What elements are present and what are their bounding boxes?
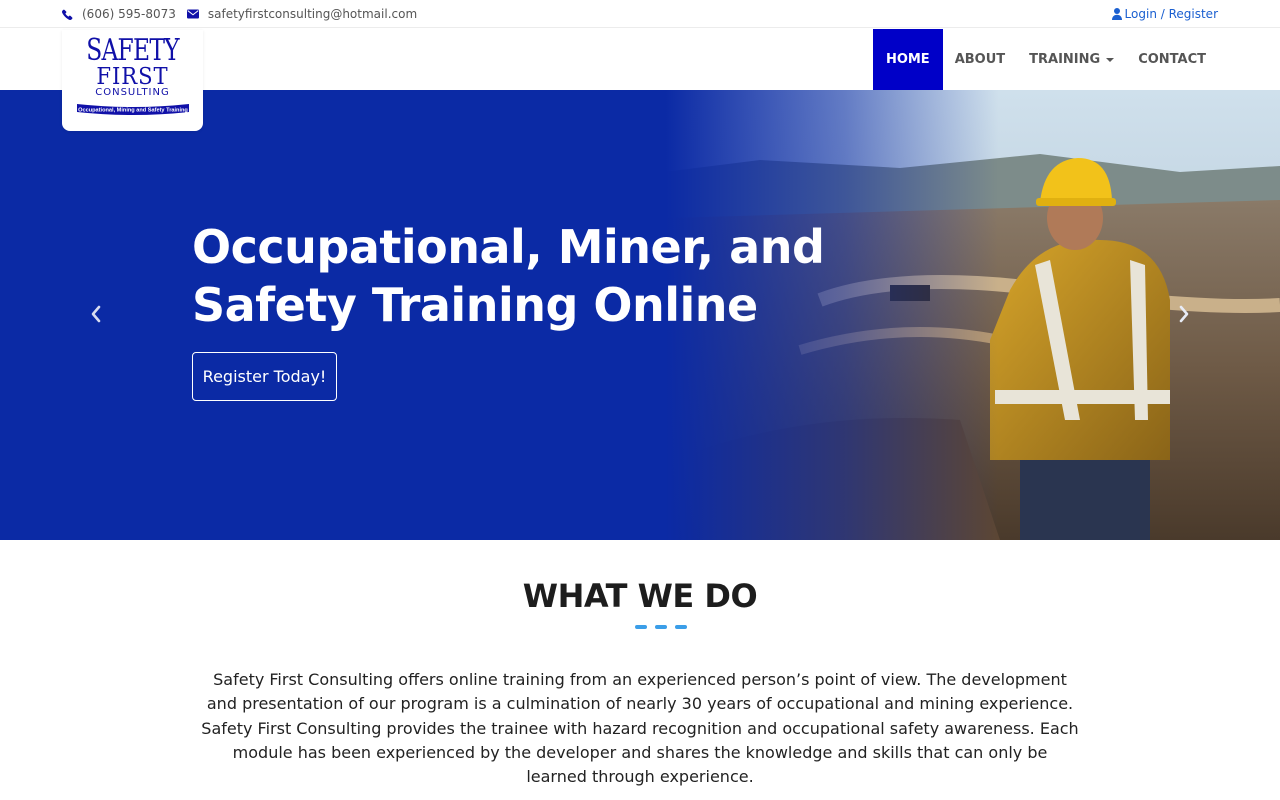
register-today-button[interactable]: Register Today! <box>192 352 337 401</box>
email-link[interactable]: safetyfirstconsulting@hotmail.com <box>186 7 418 21</box>
email-address: safetyfirstconsulting@hotmail.com <box>207 7 418 21</box>
top-bar: (606) 595-8073 safetyfirstconsulting@hot… <box>0 0 1280 28</box>
contact-info: (606) 595-8073 safetyfirstconsulting@hot… <box>62 0 428 28</box>
carousel-next-button[interactable] <box>1172 302 1196 326</box>
what-we-do-heading: WHAT WE DO <box>522 577 758 615</box>
login-register-link[interactable]: Login / Register <box>1111 0 1218 28</box>
nav-home[interactable]: HOME <box>872 29 943 90</box>
nav-training[interactable]: TRAINING <box>1017 29 1126 90</box>
nav-contact[interactable]: CONTACT <box>1126 29 1218 90</box>
logo-ribbon: Occupational, Mining and Safety Training <box>77 104 189 115</box>
carousel-prev-button[interactable] <box>84 302 108 326</box>
nav-home-label: HOME <box>885 52 930 67</box>
hero-carousel: Occupational, Miner, and Safety Training… <box>0 90 1280 540</box>
logo-line-safety: SAFETY <box>86 33 179 68</box>
logo-line-first: FIRST <box>96 64 169 90</box>
envelope-icon <box>186 9 199 19</box>
logo-ribbon-text: Occupational, Mining and Safety Training <box>78 108 188 114</box>
what-we-do-text: Safety First Consulting offers online tr… <box>201 670 1079 787</box>
site-logo[interactable]: SAFETY FIRST CONSULTING Occupational, Mi… <box>62 30 203 131</box>
nav-about-label: ABOUT <box>954 52 1006 67</box>
heading-divider <box>635 625 687 629</box>
hero-title: Occupational, Miner, and Safety Training… <box>192 220 825 332</box>
nav-training-label: TRAINING <box>1029 52 1101 67</box>
chevron-left-icon <box>91 305 101 323</box>
phone-link[interactable]: (606) 595-8073 <box>62 7 176 21</box>
phone-icon <box>62 9 73 20</box>
nav-contact-label: CONTACT <box>1138 52 1206 67</box>
phone-number: (606) 595-8073 <box>82 7 176 21</box>
nav-menu: HOME ABOUT TRAINING CONTACT <box>872 29 1218 90</box>
nav-about[interactable]: ABOUT <box>943 29 1017 90</box>
caret-down-icon <box>1106 57 1115 62</box>
login-label: Login / Register <box>1124 7 1218 21</box>
logo-line-consulting: CONSULTING <box>95 87 170 98</box>
chevron-right-icon <box>1179 305 1189 323</box>
user-icon <box>1111 8 1122 20</box>
